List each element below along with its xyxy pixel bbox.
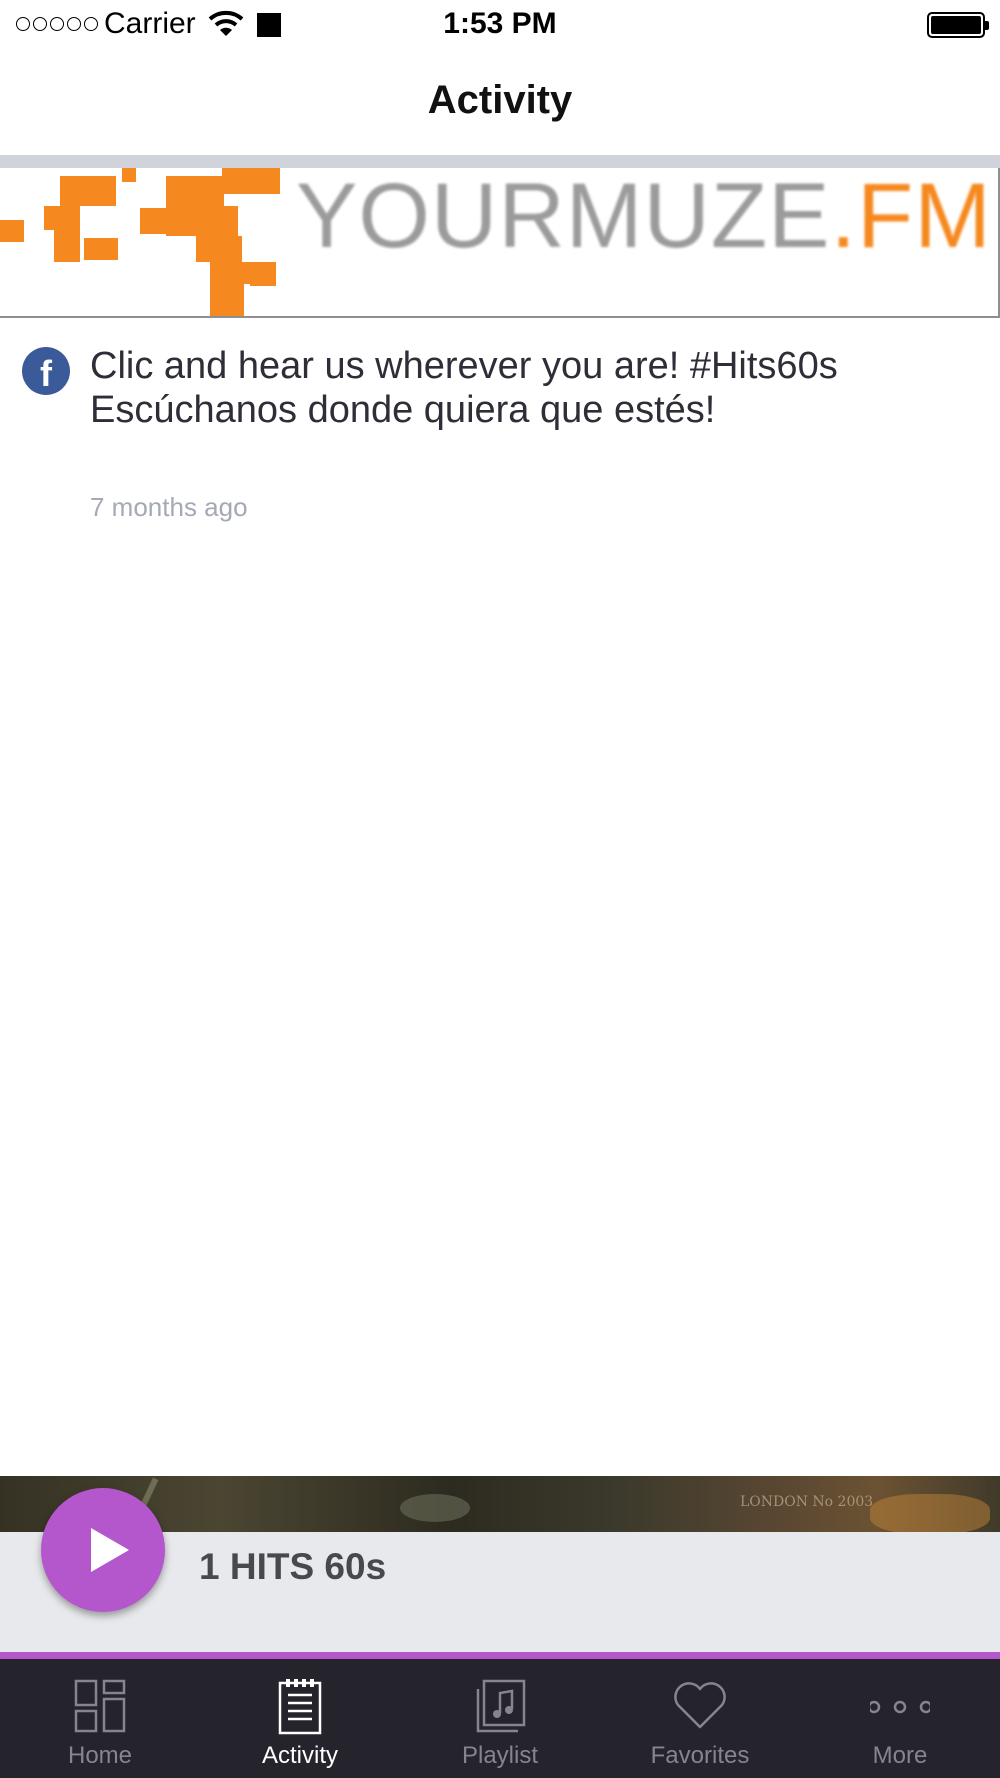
tab-label: Favorites: [650, 1742, 750, 1769]
banner-brand-text: YOURMUZE.FM: [296, 168, 992, 267]
play-icon: [91, 1528, 129, 1572]
status-bar: Carrier 1:53 PM: [0, 0, 1000, 50]
tab-home[interactable]: Home: [0, 1659, 200, 1778]
accent-divider: [0, 1652, 1000, 1659]
app-screen: Carrier 1:53 PM Activity YOURMUZE.FM f C…: [0, 0, 1000, 1778]
station-banner[interactable]: YOURMUZE.FM: [0, 168, 1000, 318]
status-time: 1:53 PM: [443, 7, 557, 40]
post-timestamp: 7 months ago: [90, 492, 248, 522]
tab-label: More: [872, 1742, 928, 1769]
tab-favorites[interactable]: Favorites: [600, 1659, 800, 1778]
notepad-icon: [278, 1679, 322, 1735]
post-text-line: Escúchanos donde quiera que estés!: [90, 389, 716, 431]
heart-icon: [674, 1682, 726, 1729]
music-note-icon: [476, 1679, 526, 1733]
tab-label: Home: [67, 1742, 133, 1769]
tab-label: Playlist: [461, 1742, 539, 1769]
post-text-line: Clic and hear us wherever you are! #Hits…: [90, 345, 838, 387]
facebook-icon: f: [22, 347, 70, 395]
tab-playlist[interactable]: Playlist: [400, 1659, 600, 1778]
tab-label: Activity: [261, 1742, 338, 1769]
tab-more[interactable]: More: [800, 1659, 1000, 1778]
station-name: 1 HITS 60s: [199, 1546, 387, 1587]
grid-icon: [74, 1679, 126, 1733]
battery-icon: [927, 12, 989, 38]
pixel-runner-logo-icon: [0, 168, 280, 316]
page-title: Activity: [427, 78, 573, 122]
post-text: Clic and hear us wherever you are! #Hits…: [90, 344, 970, 432]
more-dots-icon: [870, 1700, 930, 1714]
tab-bar: Home Activity Playlist Favorites More: [0, 1659, 1000, 1778]
play-button[interactable]: [41, 1488, 165, 1612]
nav-separator: [0, 155, 1000, 168]
tab-activity[interactable]: Activity: [200, 1659, 400, 1778]
